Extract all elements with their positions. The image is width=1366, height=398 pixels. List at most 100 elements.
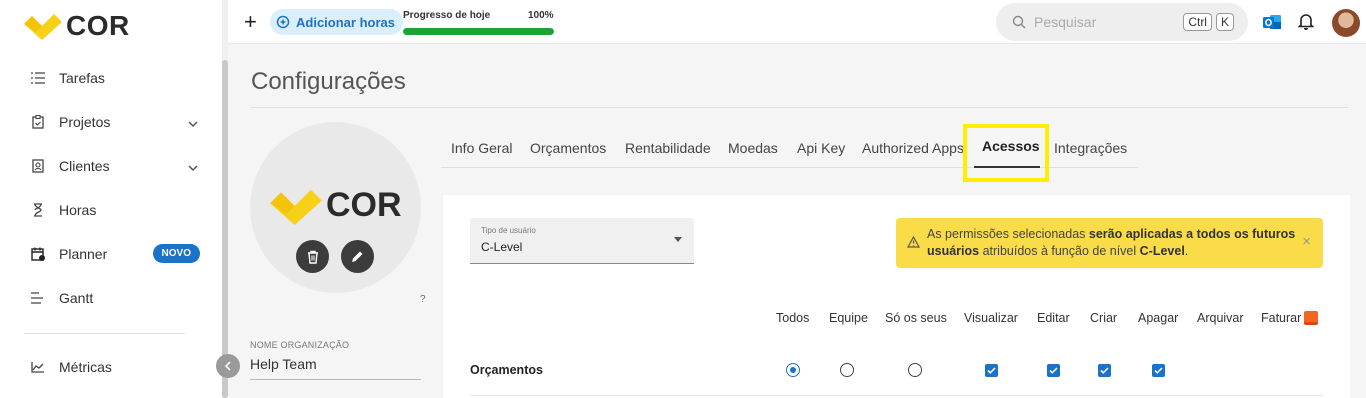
close-icon[interactable]: × [1302,233,1311,250]
sidebar-item-label: Clientes [59,158,110,174]
user-type-select[interactable]: Tipo de usuário C-Level [470,218,694,264]
progress-label: Progresso de hoje [403,10,491,21]
checkbox-apagar[interactable] [1152,364,1165,377]
sidebar-item-clientes[interactable]: Clientes [0,144,222,188]
alert-bold-text: C-Level [1139,244,1185,258]
row-divider [470,395,1323,396]
org-name-field[interactable]: Help Team [250,356,317,372]
check-icon [1049,367,1058,374]
cor-logo-icon [270,189,322,225]
column-header-equipe: Equipe [829,311,868,325]
sidebar-item-metricas[interactable]: Métricas [0,345,222,389]
tab-moedas[interactable]: Moedas [728,140,778,156]
sidebar-item-label: Métricas [59,359,112,375]
sidebar-item-projetos[interactable]: Projetos [0,100,222,144]
scope-radio-todos[interactable] [786,363,800,377]
column-header-visualizar: Visualizar [964,311,1018,325]
scope-radio-equipe[interactable] [840,363,854,377]
check-icon [987,367,996,374]
sidebar-item-label: Gantt [59,290,94,306]
add-hours-button[interactable]: Adicionar horas [270,9,403,35]
org-name-underline [250,379,421,380]
chevron-left-icon [224,361,231,371]
checkbox-criar[interactable] [1098,364,1111,377]
chevron-down-icon[interactable] [188,115,198,131]
column-header-apagar: Apagar [1138,311,1179,325]
column-header-arquivar: Arquivar [1197,311,1244,325]
top-bar: + Adicionar horas Progresso de hoje 100%… [228,0,1366,44]
scope-radio-so-os-seus[interactable] [908,363,922,377]
column-header-editar: Editar [1037,311,1070,325]
page-title: Configurações [251,68,406,95]
checkbox-visualizar[interactable] [985,364,998,377]
sidebar-item-label: Projetos [59,114,111,130]
bell-icon[interactable] [1298,12,1314,30]
progress-percentage: 100% [528,10,554,21]
outlook-icon[interactable] [1262,12,1282,32]
add-button[interactable]: + [244,9,257,35]
delete-logo-button[interactable] [296,240,329,273]
column-header-faturar: Faturar [1261,311,1302,325]
sidebar: COR Tarefas Projetos Clientes Horas Plan… [0,0,228,398]
sidebar-item-label: Planner [59,246,108,262]
avatar[interactable] [1332,9,1360,37]
alert-text: As permissões selecionadas [927,227,1089,241]
check-icon [1100,367,1109,374]
logo-text: COR [66,10,130,41]
tab-orcamentos[interactable]: Orçamentos [530,140,606,156]
caret-down-icon [674,237,682,242]
collapse-sidebar-button[interactable] [216,354,240,378]
tab-info-geral[interactable]: Info Geral [451,140,512,156]
search-bar[interactable]: Pesquisar Ctrl K [996,3,1248,41]
sidebar-divider [24,333,185,334]
warning-icon [907,236,920,248]
alert-text: atribuídos à função de nível [979,244,1140,258]
user-type-value: C-Level [481,240,523,254]
checklist-icon [30,70,46,86]
sidebar-item-gantt[interactable]: Gantt [0,276,222,320]
tab-integracoes[interactable]: Integrações [1054,140,1127,156]
gantt-icon [30,290,46,306]
alert-text: . [1184,244,1189,258]
sidebar-item-planner[interactable]: Planner NOVO [0,232,222,276]
help-icon[interactable]: ? [420,294,426,305]
check-icon [1154,367,1163,374]
chart-line-icon [30,359,46,375]
tab-authorized-apps[interactable]: Authorized Apps [862,140,964,156]
hourglass-icon [30,202,46,218]
title-divider [251,107,1348,108]
checkbox-editar[interactable] [1047,364,1060,377]
alert-message: As permissões selecionadas serão aplicad… [927,226,1297,260]
shortcut-key-ctrl: Ctrl [1183,13,1212,31]
new-badge: NOVO [152,244,200,263]
sidebar-item-tarefas[interactable]: Tarefas [0,56,222,100]
search-input[interactable]: Pesquisar [1034,14,1183,30]
tab-api-key[interactable]: Api Key [797,140,845,156]
edit-logo-button[interactable] [341,240,374,273]
organization-logo: COR [270,186,402,225]
sidebar-item-horas[interactable]: Horas [0,188,222,232]
sidebar-item-label: Tarefas [59,70,105,86]
tab-rentabilidade[interactable]: Rentabilidade [625,140,711,156]
trash-icon [307,250,318,264]
contact-card-icon [30,158,46,174]
progress-fill [403,28,554,35]
invoice-icon [1304,311,1318,325]
daily-progress-bar [403,28,554,35]
column-header-criar: Criar [1090,311,1118,325]
calendar-icon [30,246,46,262]
pencil-icon [352,251,363,262]
clock-plus-icon [276,15,290,29]
chevron-down-icon[interactable] [188,159,198,175]
clipboard-icon [30,114,46,130]
app-logo[interactable]: COR [24,10,130,42]
column-header-todos: Todos [776,311,810,325]
organization-logo-text: COR [326,186,402,224]
sidebar-scrollbar-thumb[interactable] [222,60,228,398]
highlight-box [963,124,1049,182]
column-header-so-os-seus: Só os seus [885,311,947,325]
permission-row-label: Orçamentos [470,363,543,377]
add-hours-label: Adicionar horas [296,14,395,30]
search-icon [1012,15,1026,29]
permissions-alert: As permissões selecionadas serão aplicad… [896,218,1323,268]
